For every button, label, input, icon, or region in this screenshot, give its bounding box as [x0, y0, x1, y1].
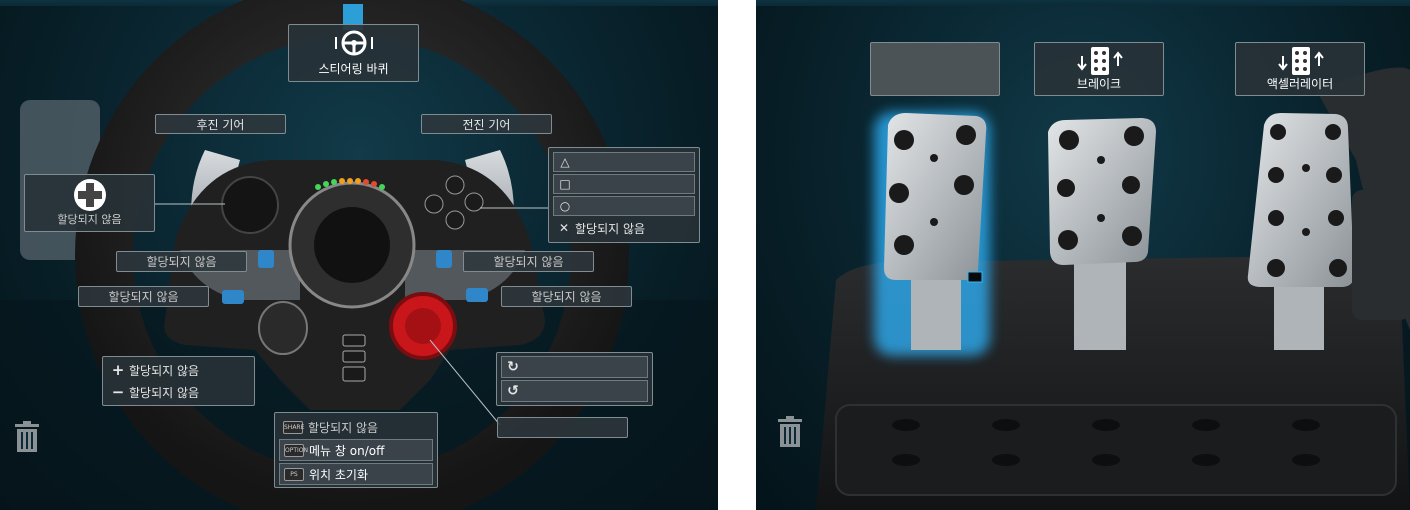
side-wheel-unit [1352, 190, 1410, 320]
forward-gear-label: 전진 기어 [462, 117, 511, 132]
brake-box[interactable]: 브레이크 [1034, 42, 1164, 96]
plus-row[interactable]: + 할당되지 않음 [107, 360, 250, 380]
dial-rotate-box: ↻ ↺ [496, 352, 653, 406]
steering-label: 스티어링 바퀴 [318, 62, 389, 76]
option-row[interactable]: OPTION 메뉴 창 on/off [279, 439, 433, 461]
r3-label: 할당되지 않음 [531, 290, 602, 304]
steering-wheel-icon [335, 30, 373, 56]
clutch-box[interactable] [870, 42, 1000, 96]
dpad-base [221, 176, 279, 234]
triangle-icon: △ [560, 155, 570, 169]
cross-icon: ✕ [558, 221, 570, 235]
pedal-config-panel: 브레이크 액셀러레이터 [756, 0, 1410, 510]
accelerator-box[interactable]: 액셀러레이터 [1235, 42, 1365, 96]
hub-center [314, 207, 390, 283]
l3-button [222, 290, 244, 304]
r2-label: 할당되지 않음 [493, 255, 564, 269]
r3-box[interactable]: 할당되지 않음 [501, 286, 632, 307]
trash-icon[interactable] [14, 421, 40, 453]
face-row-circle[interactable]: ○ [553, 196, 695, 216]
face-row-square[interactable]: □ [553, 174, 695, 194]
share-tag-icon: SHARE [283, 420, 304, 434]
pedal-icon [1077, 47, 1123, 75]
l2-button [258, 250, 274, 268]
share-button [342, 334, 366, 347]
option-button [342, 350, 366, 363]
pedal-base-panel [835, 404, 1397, 496]
rear-gear-box[interactable]: 후진 기어 [155, 114, 286, 134]
ps-label: 위치 초기화 [309, 467, 369, 482]
r2-button [436, 250, 452, 268]
face-buttons-box: △ □ ○ ✕ 할당되지 않음 [548, 147, 700, 243]
ps-row[interactable]: PS 위치 초기화 [279, 463, 433, 485]
option-label: 메뉴 창 on/off [309, 443, 385, 458]
ps-button [342, 366, 366, 382]
r2-box[interactable]: 할당되지 않음 [463, 251, 594, 272]
ps-tag-icon: PS [284, 467, 304, 481]
forward-gear-box[interactable]: 전진 기어 [421, 114, 552, 134]
wheel-config-panel: 스티어링 바퀴 후진 기어 전진 기어 할당되지 않음 △ □ ○ ✕ 할당되지… [0, 0, 718, 510]
brake-arm [1074, 255, 1126, 350]
plus-minus-knob [258, 301, 308, 355]
brake-label: 브레이크 [1076, 77, 1122, 91]
l2-label: 할당되지 않음 [146, 255, 217, 269]
steering-wheel-box[interactable]: 스티어링 바퀴 [288, 24, 419, 82]
dpad-label: 할당되지 않음 [57, 213, 122, 226]
share-label: 할당되지 않음 [308, 420, 379, 435]
rear-gear-label: 후진 기어 [196, 117, 245, 132]
face-cross-btn [445, 210, 465, 230]
pedal-icon [1278, 47, 1324, 75]
red-dial-inner [405, 308, 441, 344]
rotate-cw-icon: ↻ [507, 359, 519, 375]
plus-icon: + [111, 361, 125, 379]
r3-button [466, 288, 488, 302]
minus-label: 할당되지 않음 [129, 385, 200, 400]
rotate-ccw-icon: ↺ [507, 383, 519, 399]
l3-box[interactable]: 할당되지 않음 [78, 286, 209, 307]
plus-label: 할당되지 않음 [129, 363, 200, 378]
option-tag-icon: OPTION [284, 443, 308, 457]
dial-press-box[interactable] [497, 417, 628, 438]
rotate-ccw-row[interactable]: ↺ [501, 380, 648, 402]
minus-icon: − [111, 383, 125, 401]
center-buttons-box: SHARE 할당되지 않음 OPTION 메뉴 창 on/off PS 위치 초… [274, 412, 438, 488]
l3-label: 할당되지 않음 [108, 290, 179, 304]
dpad-box[interactable]: 할당되지 않음 [24, 174, 155, 232]
face-triangle-btn [445, 175, 465, 195]
rotate-cw-row[interactable]: ↻ [501, 356, 648, 378]
face-square-btn [424, 194, 444, 214]
accelerator-label: 액셀러레이터 [1266, 77, 1334, 91]
dpad-icon [74, 179, 106, 211]
minus-row[interactable]: − 할당되지 않음 [107, 382, 250, 402]
circle-icon: ○ [559, 199, 571, 213]
clutch-toggle-icon [967, 271, 983, 283]
plus-minus-box: + 할당되지 않음 − 할당되지 않음 [102, 356, 255, 406]
l2-box[interactable]: 할당되지 않음 [116, 251, 247, 272]
face-row-triangle[interactable]: △ [553, 152, 695, 172]
square-icon: □ [559, 177, 571, 191]
share-row[interactable]: SHARE 할당되지 않음 [279, 416, 433, 438]
face-row-label: 할당되지 않음 [575, 221, 646, 236]
trash-icon[interactable] [777, 416, 803, 448]
face-row-cross[interactable]: ✕ 할당되지 않음 [553, 218, 695, 238]
